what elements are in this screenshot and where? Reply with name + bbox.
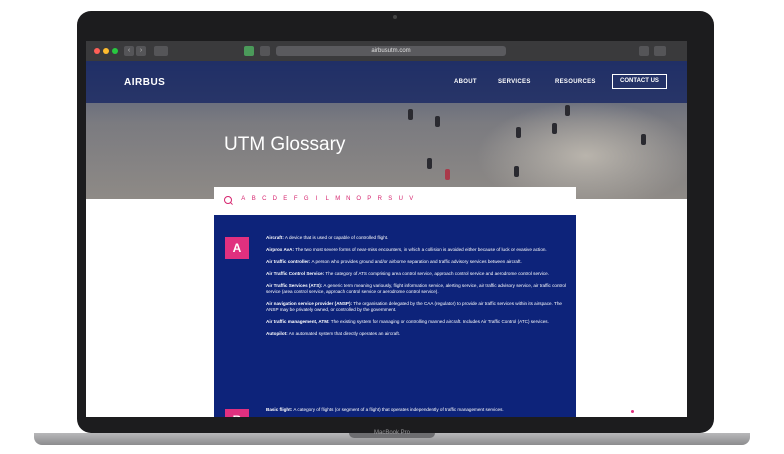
letter-link[interactable]: P — [364, 196, 375, 202]
url-text: airbusutm.com — [371, 48, 411, 54]
forward-icon[interactable]: › — [136, 46, 146, 56]
letter-link[interactable]: L — [322, 196, 333, 202]
glossary-definition: A category of flights (or segment of a f… — [293, 407, 504, 412]
glossary-entries: Basic flight: A category of flights (or … — [266, 407, 566, 417]
pedestrian — [516, 127, 521, 138]
glossary-entry: Autopilot: An automated system that dire… — [266, 331, 566, 337]
letter-link[interactable]: O — [354, 196, 365, 202]
device-label: MacBook Pro — [373, 430, 410, 436]
section-letter-badge: B — [225, 409, 249, 417]
site-navbar: AIRBUS ABOUT SERVICES RESOURCES CONTACT … — [86, 61, 687, 103]
glossary-entry: Air navigation service provider (ANSP): … — [266, 301, 566, 313]
letter-link[interactable]: N — [343, 196, 354, 202]
glossary-term: Aircraft: — [266, 235, 284, 240]
glossary-term: Airprox AvA: — [266, 247, 294, 252]
letter-link[interactable]: C — [259, 196, 270, 202]
page-title: UTM Glossary — [224, 134, 346, 155]
airbus-logo[interactable]: AIRBUS — [124, 77, 165, 88]
glossary-definition: A person who provides ground and/or airb… — [311, 259, 522, 264]
screen: ‹ › airbusutm.com AIRBUS ABOUT SERVICES … — [86, 41, 687, 417]
browser-toolbar: ‹ › airbusutm.com — [86, 41, 687, 61]
glossary-definition: A device that is used or capable of cont… — [284, 235, 389, 240]
address-bar[interactable]: airbusutm.com — [276, 46, 506, 56]
glossary-definition: The category of ATS comprising area cont… — [325, 271, 549, 276]
letter-link[interactable]: I — [312, 196, 323, 202]
letter-link[interactable]: E — [280, 196, 291, 202]
sidebar-icon[interactable] — [154, 46, 168, 56]
glossary-term: Air navigation service provider (ANSP): — [266, 301, 353, 306]
camera-icon — [393, 15, 397, 19]
glossary-term: Air Traffic Services (ATS): — [266, 283, 323, 288]
close-window-button[interactable] — [94, 48, 100, 54]
glossary-entry: Basic flight: A category of flights (or … — [266, 407, 566, 413]
glossary-entry: Aircraft: A device that is used or capab… — [266, 235, 566, 241]
letter-link[interactable]: S — [385, 196, 396, 202]
nav-services[interactable]: SERVICES — [498, 79, 531, 85]
letter-index: ABCDEFGILMNOPRSUV — [238, 196, 417, 202]
glossary-term: Autopilot: — [266, 331, 288, 336]
back-icon[interactable]: ‹ — [124, 46, 134, 56]
pedestrian — [552, 123, 557, 134]
letter-link[interactable]: U — [396, 196, 407, 202]
pedestrian — [514, 166, 519, 177]
letter-link[interactable]: D — [270, 196, 281, 202]
glossary-definition: The two most severe forms of near-miss e… — [295, 247, 547, 252]
nav-resources[interactable]: RESOURCES — [555, 79, 596, 85]
minimize-window-button[interactable] — [103, 48, 109, 54]
letter-index-bar: ABCDEFGILMNOPRSUV — [214, 187, 576, 215]
nav-about[interactable]: ABOUT — [454, 79, 477, 85]
glossary-term: Air traffic controller: — [266, 259, 311, 264]
letter-link[interactable]: M — [333, 196, 344, 202]
share-icon[interactable] — [260, 46, 270, 56]
pedestrian — [408, 109, 413, 120]
letter-link[interactable]: G — [301, 196, 312, 202]
glossary-term: Air traffic management, ATM: — [266, 319, 330, 324]
glossary-term: Basic flight: — [266, 407, 293, 412]
glossary-entry: Air traffic controller: A person who pro… — [266, 259, 566, 265]
pedestrian — [435, 116, 440, 127]
letter-link[interactable]: F — [291, 196, 302, 202]
letter-link[interactable]: V — [406, 196, 417, 202]
glossary-definition: An automated system that directly operat… — [288, 331, 401, 336]
letter-link[interactable]: R — [375, 196, 386, 202]
glossary-definition: The existing system for managing or cont… — [330, 319, 549, 324]
tabs-icon[interactable] — [654, 46, 666, 56]
glossary-term: Air Traffic Control Service: — [266, 271, 325, 276]
pedestrian — [427, 158, 432, 169]
glossary-entry: Air traffic management, ATM: The existin… — [266, 319, 566, 325]
search-icon[interactable] — [224, 196, 232, 204]
pedestrian — [565, 105, 570, 116]
glossary-entry: Air Traffic Services (ATS): A generic te… — [266, 283, 566, 295]
pedestrian — [445, 169, 450, 180]
letter-link[interactable]: B — [249, 196, 260, 202]
scroll-indicator[interactable] — [631, 410, 634, 413]
letter-link[interactable]: A — [238, 196, 249, 202]
contact-us-button[interactable]: CONTACT US — [612, 74, 667, 89]
glossary-entry: Air Traffic Control Service: The categor… — [266, 271, 566, 277]
pedestrian — [641, 134, 646, 145]
maximize-window-button[interactable] — [112, 48, 118, 54]
glossary-panel: A Aircraft: A device that is used or cap… — [214, 215, 576, 417]
hero-banner: AIRBUS ABOUT SERVICES RESOURCES CONTACT … — [86, 61, 687, 199]
extension-icon[interactable] — [244, 46, 254, 56]
section-letter-badge: A — [225, 237, 249, 259]
hero-image — [476, 101, 687, 199]
download-icon[interactable] — [639, 46, 649, 56]
glossary-entry: Airprox AvA: The two most severe forms o… — [266, 247, 566, 253]
glossary-entries: Aircraft: A device that is used or capab… — [266, 235, 566, 343]
